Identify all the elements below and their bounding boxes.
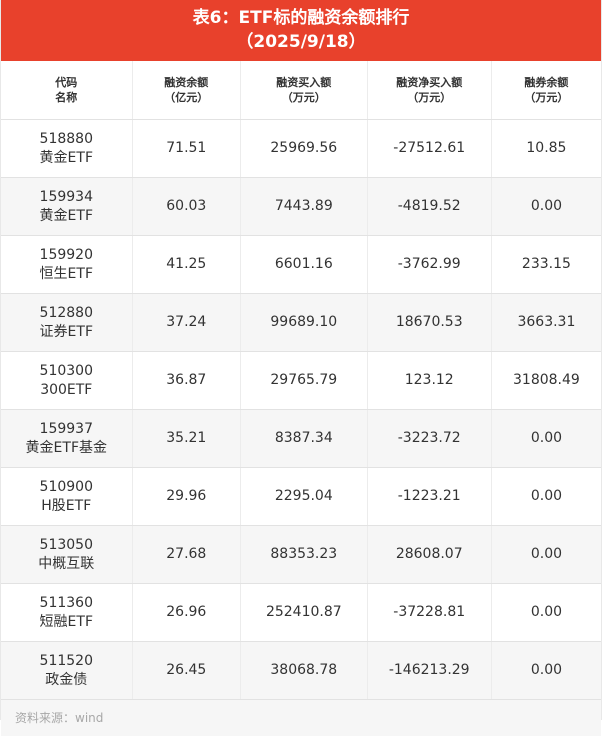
cell-short-balance: 0.00 [491, 525, 601, 584]
cell-margin-balance: 26.45 [132, 641, 242, 700]
etf-name: 黄金ETF [39, 149, 93, 166]
table-row: 510900 H股ETF 29.96 2295.04 -1223.21 0.00 [1, 467, 601, 526]
cell-margin-balance: 29.96 [132, 467, 242, 526]
cell-code-name: 513050 中概互联 [1, 525, 133, 584]
cell-margin-balance: 60.03 [132, 177, 242, 236]
etf-name: 300ETF [40, 381, 93, 398]
etf-name: 中概互联 [38, 555, 95, 572]
cell-short-balance: 0.00 [491, 641, 601, 700]
cell-short-balance: 0.00 [491, 409, 601, 468]
cell-margin-buy: 252410.87 [240, 583, 368, 642]
etf-code: 511360 [39, 594, 93, 611]
cell-short-balance: 0.00 [491, 467, 601, 526]
cell-short-balance: 10.85 [491, 119, 601, 178]
etf-margin-ranking-document: 表6：ETF标的融资余额排行 （2025/9/18） 代码 名称 融资余额 （亿元）… [0, 0, 602, 736]
table-row: 510300 300ETF 36.87 29765.79 123.12 31808… [1, 351, 601, 410]
etf-name: 黄金ETF基金 [25, 439, 107, 456]
cell-code-name: 159920 恒生ETF [1, 235, 133, 294]
cell-code-name: 518880 黄金ETF [1, 119, 133, 178]
etf-code: 159934 [39, 188, 93, 205]
etf-code: 511520 [39, 652, 93, 669]
cell-margin-balance: 27.68 [132, 525, 242, 584]
cell-code-name: 510300 300ETF [1, 351, 133, 410]
etf-code: 510900 [39, 478, 93, 495]
table-date: （2025/9/18） [236, 32, 366, 52]
etf-code: 513050 [39, 536, 93, 553]
etf-code: 159937 [39, 420, 93, 437]
table-row: 159937 黄金ETF基金 35.21 8387.34 -3223.72 0.0… [1, 409, 601, 468]
cell-short-balance: 3663.31 [491, 293, 601, 352]
cell-margin-balance: 37.24 [132, 293, 242, 352]
etf-code: 512880 [39, 304, 93, 321]
cell-margin-buy: 2295.04 [240, 467, 368, 526]
cell-net-buy: 123.12 [367, 351, 492, 410]
cell-margin-balance: 35.21 [132, 409, 242, 468]
table-row: 159934 黄金ETF 60.03 7443.89 -4819.52 0.00 [1, 177, 601, 236]
etf-name: 政金债 [45, 671, 88, 688]
cell-net-buy: -1223.21 [367, 467, 492, 526]
etf-code: 510300 [39, 362, 93, 379]
table-row: 511360 短融ETF 26.96 252410.87 -37228.81 0.… [1, 583, 601, 642]
title-banner: 表6：ETF标的融资余额排行 （2025/9/18） [1, 0, 601, 61]
header-net-buy: 融资净买入额 （万元） [367, 61, 492, 120]
cell-net-buy: -27512.61 [367, 119, 492, 178]
etf-code: 159920 [39, 246, 93, 263]
cell-net-buy: -37228.81 [367, 583, 492, 642]
table-row: 512880 证券ETF 37.24 99689.10 18670.53 3663… [1, 293, 601, 352]
cell-net-buy: 18670.53 [367, 293, 492, 352]
cell-short-balance: 0.00 [491, 583, 601, 642]
cell-net-buy: -3223.72 [367, 409, 492, 468]
etf-code: 518880 [39, 130, 93, 147]
source-note: 资料来源：wind [1, 700, 601, 736]
cell-short-balance: 31808.49 [491, 351, 601, 410]
cell-net-buy: -3762.99 [367, 235, 492, 294]
cell-margin-buy: 38068.78 [240, 641, 368, 700]
margin-ranking-table: 代码 名称 融资余额 （亿元） 融资买入额 （万元） 融资净买入额 （万元） 融券余额（… [1, 61, 601, 700]
table-row: 513050 中概互联 27.68 88353.23 28608.07 0.00 [1, 525, 601, 584]
cell-short-balance: 0.00 [491, 177, 601, 236]
cell-margin-buy: 88353.23 [240, 525, 368, 584]
cell-margin-buy: 99689.10 [240, 293, 368, 352]
cell-code-name: 159937 黄金ETF基金 [1, 409, 133, 468]
cell-code-name: 159934 黄金ETF [1, 177, 133, 236]
table-row: 518880 黄金ETF 71.51 25969.56 -27512.61 10.… [1, 119, 601, 178]
cell-margin-balance: 26.96 [132, 583, 242, 642]
header-short-balance: 融券余额 （万元） [491, 61, 601, 120]
etf-name: H股ETF [41, 497, 92, 514]
cell-short-balance: 233.15 [491, 235, 601, 294]
cell-margin-buy: 6601.16 [240, 235, 368, 294]
cell-code-name: 512880 证券ETF [1, 293, 133, 352]
cell-margin-buy: 25969.56 [240, 119, 368, 178]
cell-margin-buy: 29765.79 [240, 351, 368, 410]
cell-margin-buy: 7443.89 [240, 177, 368, 236]
table-row: 159920 恒生ETF 41.25 6601.16 -3762.99 233.1… [1, 235, 601, 294]
cell-net-buy: 28608.07 [367, 525, 492, 584]
etf-name: 黄金ETF [39, 207, 93, 224]
etf-name: 恒生ETF [39, 265, 93, 282]
table-header-row: 代码 名称 融资余额 （亿元） 融资买入额 （万元） 融资净买入额 （万元） 融券余额（… [1, 61, 601, 120]
cell-net-buy: -146213.29 [367, 641, 492, 700]
etf-name: 短融ETF [39, 613, 93, 630]
etf-name: 证券ETF [39, 323, 93, 340]
cell-margin-balance: 41.25 [132, 235, 242, 294]
cell-code-name: 511520 政金债 [1, 641, 133, 700]
cell-code-name: 510900 H股ETF [1, 467, 133, 526]
cell-net-buy: -4819.52 [367, 177, 492, 236]
cell-margin-balance: 71.51 [132, 119, 242, 178]
header-code-name: 代码 名称 [1, 61, 133, 120]
table-title: 表6：ETF标的融资余额排行 [192, 8, 410, 28]
header-margin-buy: 融资买入额 （万元） [240, 61, 368, 120]
cell-margin-balance: 36.87 [132, 351, 242, 410]
cell-code-name: 511360 短融ETF [1, 583, 133, 642]
table-row: 511520 政金债 26.45 38068.78 -146213.29 0.00 [1, 641, 601, 700]
header-margin-balance: 融资余额 （亿元） [132, 61, 242, 120]
cell-margin-buy: 8387.34 [240, 409, 368, 468]
